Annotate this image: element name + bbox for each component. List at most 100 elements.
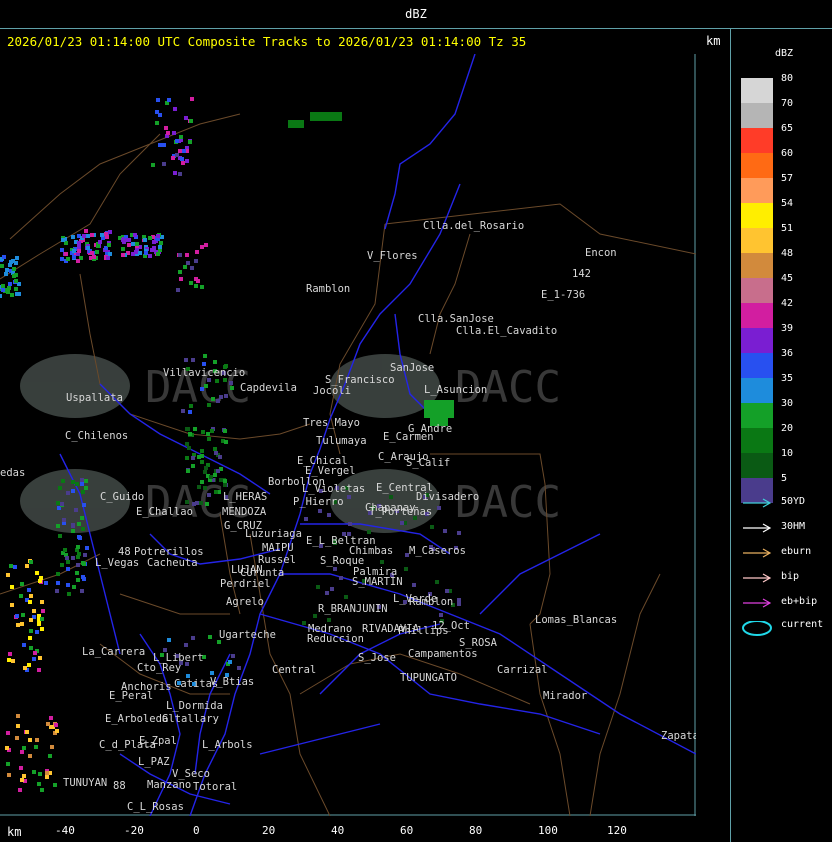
echo-pixel (207, 437, 211, 441)
scale-swatch-80 (741, 78, 773, 103)
echo-pixel (178, 149, 182, 153)
echo-pixel (325, 591, 329, 595)
scale-swatch-35 (741, 378, 773, 403)
echo-pixel (191, 358, 195, 362)
echo-pixel (20, 582, 24, 586)
echo-pixel (206, 432, 210, 436)
echo-pixel (195, 250, 199, 254)
echo-pixel (56, 524, 60, 528)
echo-pixel (144, 251, 148, 255)
echo-pixel (400, 521, 404, 525)
place-label: Central (272, 664, 316, 676)
place-label: Reduccion (307, 633, 364, 645)
place-label: C_d_Plata (99, 739, 156, 751)
echo-cell-l-asuncion (424, 400, 454, 418)
y-tick-label: 140 (695, 256, 696, 269)
echo-pixel (1, 288, 5, 292)
echo-pixel (71, 523, 75, 527)
echo-pixel (56, 581, 60, 585)
y-tick-label: 180 (695, 118, 696, 131)
echo-pixel (84, 486, 88, 490)
scale-swatch-70 (741, 103, 773, 128)
track-arrow-icon (743, 573, 772, 583)
place-label: Chapanay (365, 502, 416, 514)
scale-swatch-30 (741, 403, 773, 428)
x-tick-label: 100 (538, 824, 558, 837)
echo-pixel (77, 249, 81, 253)
echo-pixel (181, 161, 185, 165)
echo-pixel (185, 456, 189, 460)
echo-pixel (151, 163, 155, 167)
place-label: L_Arbols (202, 739, 253, 751)
echo-pixel (158, 143, 162, 147)
track-legend-item: eburn (741, 545, 831, 561)
scale-swatch-45 (741, 278, 773, 303)
echo-pixel (213, 473, 217, 477)
echo-pixel (133, 233, 137, 237)
echo-pixel (200, 480, 204, 484)
echo-pixel (166, 131, 170, 135)
echo-pixel (100, 233, 104, 237)
echo-pixel (200, 449, 204, 453)
place-label: Jocoli (313, 385, 351, 397)
place-label: E_1-736 (541, 289, 585, 301)
echo-pixel (218, 455, 222, 459)
echo-pixel (1, 284, 5, 288)
echo-pixel (50, 745, 54, 749)
echo-pixel (20, 778, 24, 782)
track-legend-item: 50YD (741, 495, 831, 511)
echo-pixel (223, 483, 227, 487)
echo-pixel (181, 409, 185, 413)
echo-pixel (435, 580, 439, 584)
echo-pixel (105, 235, 109, 239)
echo-pixel (46, 722, 50, 726)
place-label: Clla.SanJose (418, 313, 494, 325)
echo-pixel (32, 770, 36, 774)
echo-pixel (61, 238, 65, 242)
radar-map[interactable]: DACC DACCDACC DACC Clla.del_RosarioEncon… (0, 54, 696, 816)
place-label: E_Challao (136, 506, 193, 518)
echo-pixel (182, 149, 186, 153)
echo-pixel (167, 638, 171, 642)
echo-pixel (19, 594, 23, 598)
scale-label-70: 70 (781, 98, 794, 109)
echo-pixel (22, 746, 26, 750)
echo-pixel (327, 618, 331, 622)
echo-pixel (228, 660, 232, 664)
echo-pixel (9, 564, 13, 568)
echo-pixel (367, 530, 371, 534)
place-label: Villavicencio (163, 367, 245, 379)
place-label: Ramblon (306, 283, 350, 295)
echo-pixel (318, 509, 322, 513)
echo-pixel (65, 556, 69, 560)
echo-pixel (155, 121, 159, 125)
place-label: E_Carmen (383, 431, 434, 443)
echo-pixel (15, 256, 19, 260)
echo-pixel (80, 589, 84, 593)
echo-pixel (29, 594, 33, 598)
echo-pixel (71, 480, 75, 484)
scale-label-10: 10 (781, 448, 794, 459)
y-tick-label: 120 (695, 324, 696, 337)
echo-pixel (84, 229, 88, 233)
echo-pixel (82, 562, 86, 566)
echo-pixel (223, 429, 227, 433)
scale-label-60: 60 (781, 148, 794, 159)
place-label: Ramblon (409, 596, 453, 608)
echo-pixel (194, 284, 198, 288)
place-label: La_Carrera (82, 646, 145, 658)
echo-pixel (185, 159, 189, 163)
window-title-bar: dBZ (0, 0, 832, 29)
place-label: V_Flores (367, 250, 418, 262)
echo-pixel (214, 490, 218, 494)
echo-pixel (22, 643, 26, 647)
echo-pixel (201, 430, 205, 434)
echo-pixel (216, 399, 220, 403)
echo-pixel (35, 738, 39, 742)
echo-pixel (49, 716, 53, 720)
echo-pixel (38, 579, 42, 583)
echo-pixel (84, 479, 88, 483)
echo-pixel (443, 529, 447, 533)
scale-label-30: 30 (781, 398, 794, 409)
place-label: MAIPU (262, 542, 294, 554)
